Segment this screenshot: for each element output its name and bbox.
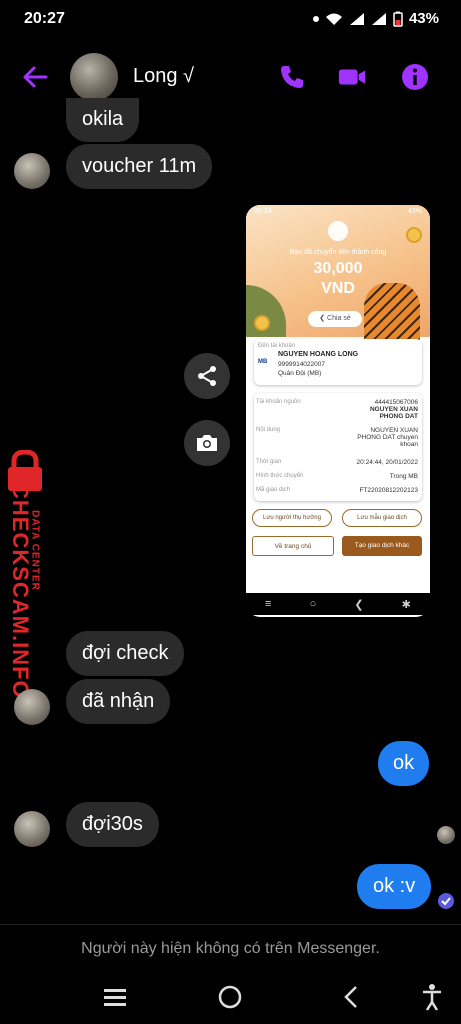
coin-decoration: [406, 227, 422, 243]
receipt-subtitle: Bạn đã chuyển tiền thành công: [289, 249, 387, 256]
recent-apps-icon: ≡: [265, 598, 272, 610]
receipt-status-time: 20:24: [254, 208, 272, 215]
details-card: Tài khoản nguồn 444415067006 NGUYEN XUAN P…: [254, 393, 422, 501]
share-icon: [198, 366, 216, 386]
back-icon[interactable]: [344, 986, 357, 1008]
system-navbar: [104, 984, 441, 1011]
sender-avatar[interactable]: [14, 153, 50, 189]
message-voucher[interactable]: voucher 11m: [66, 144, 213, 189]
recipient-card: Đến tài khoản MB NGUYEN HOANG LONG 99999…: [254, 339, 422, 385]
new-transaction-button: Tạo giao dịch khác: [342, 536, 422, 556]
receipt-status-battery: 43%: [407, 208, 422, 215]
message-doi-check[interactable]: đợi check: [66, 631, 185, 676]
receipt-amount: 30,000 VND: [313, 260, 363, 297]
watermark-subtitle: DATA CENTER: [29, 510, 41, 591]
back-icon: ❮: [354, 598, 364, 611]
back-arrow-icon[interactable]: [20, 62, 50, 92]
phone-call-icon[interactable]: [277, 62, 307, 92]
mb-logo: MB: [258, 359, 268, 365]
receipt-share-button: ❮ Chia sẻ: [308, 311, 362, 327]
shared-receipt-image[interactable]: 20:24 43% Bạn đã chuyển tiền thành công 3…: [246, 205, 430, 617]
message-okila[interactable]: okila: [66, 98, 140, 142]
status-time: 20:27: [24, 10, 65, 27]
battery-icon: [393, 11, 403, 27]
accessibility-icon[interactable]: [423, 984, 441, 1011]
video-call-icon[interactable]: [337, 62, 367, 92]
wifi-icon: [325, 13, 342, 25]
receipt-navbar: ≡ ○ ❮ ✱: [246, 593, 430, 615]
contact-name[interactable]: Long √: [133, 65, 194, 88]
notification-dot-icon: [312, 15, 319, 22]
success-check-icon: [328, 221, 348, 241]
save-template-pill: Lưu mẫu giao dịch: [342, 509, 422, 527]
message-da-nhan[interactable]: đã nhận: [66, 679, 171, 724]
signal-2-icon: [371, 12, 386, 25]
message-ok-v[interactable]: ok :v: [357, 864, 432, 909]
seen-avatar: [437, 826, 455, 844]
unavailable-notice: Người này hiện không có trên Messenger.: [81, 940, 380, 957]
share-button[interactable]: [184, 353, 230, 399]
accessibility-icon: ✱: [401, 598, 411, 611]
message-doi30s[interactable]: đợi30s: [66, 802, 159, 847]
home-icon: ○: [309, 598, 317, 610]
status-icons: 43%: [312, 10, 439, 27]
battery-level: 43%: [408, 10, 439, 27]
camera-icon: [197, 435, 217, 451]
recent-apps-icon[interactable]: [104, 989, 126, 1006]
contact-avatar[interactable]: [70, 53, 118, 101]
sender-avatar[interactable]: [14, 811, 50, 847]
home-icon[interactable]: [218, 985, 242, 1009]
message-ok[interactable]: ok: [378, 741, 430, 786]
info-icon[interactable]: [400, 62, 430, 92]
signal-icon: [349, 12, 364, 25]
coin-decoration: [254, 315, 270, 331]
save-contact-pill: Lưu người thụ hưởng: [252, 509, 332, 527]
delivered-check-icon: [438, 893, 454, 909]
home-button: Về trang chủ: [252, 536, 334, 556]
footer-divider: [0, 924, 461, 925]
receipt-banner: 20:24 43% Bạn đã chuyển tiền thành công 3…: [246, 205, 430, 343]
camera-button[interactable]: [184, 420, 230, 466]
sender-avatar[interactable]: [14, 689, 50, 725]
